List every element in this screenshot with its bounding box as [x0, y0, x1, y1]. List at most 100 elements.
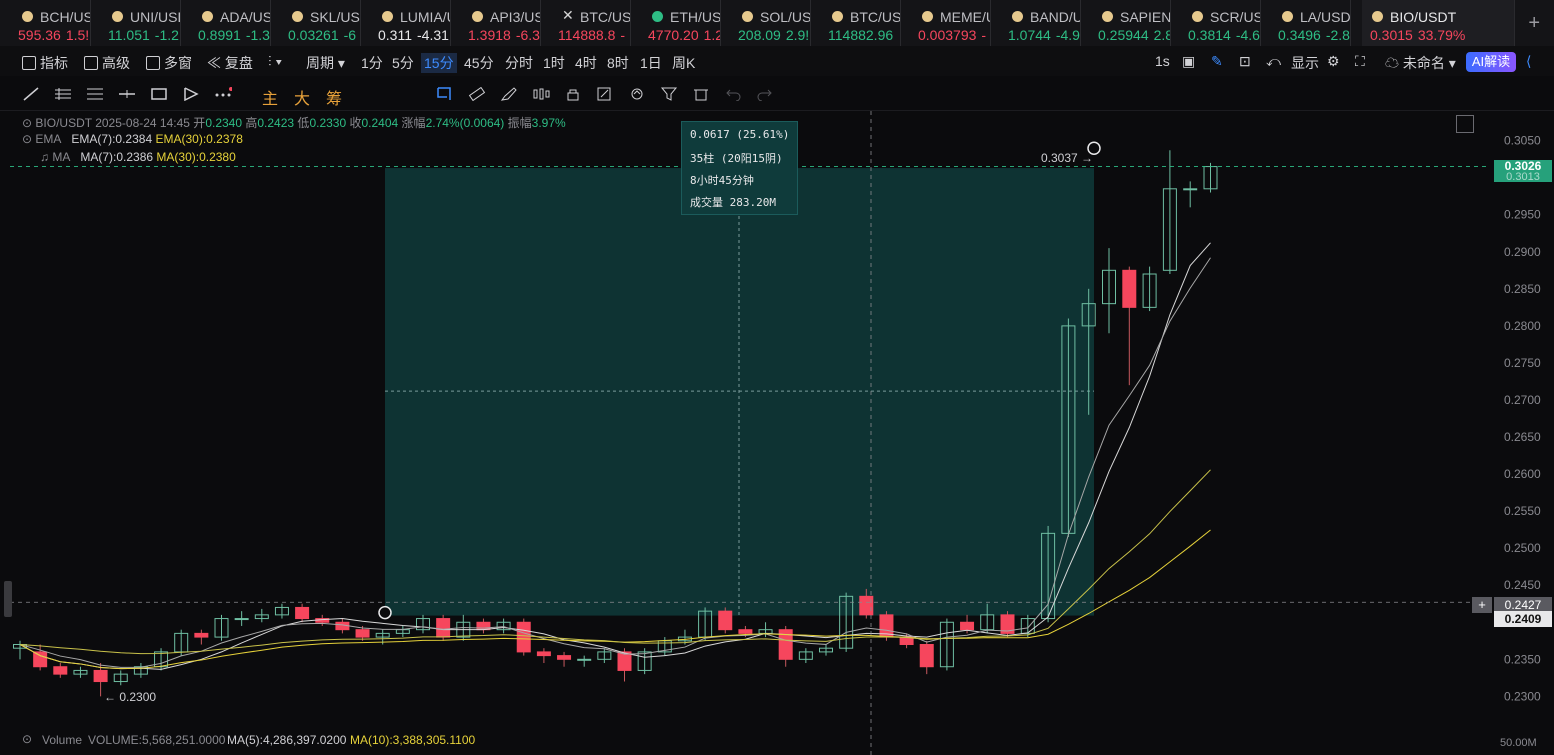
y-tick-label: 0.2900 — [1504, 245, 1541, 259]
tab-symbol: BTC/USD — [850, 9, 901, 25]
candle-body — [718, 610, 733, 631]
tab-btcusd[interactable]: BTC/USD 114882.96 — [810, 0, 901, 46]
candle-body — [1122, 269, 1137, 308]
sidebar-handle[interactable] — [4, 581, 12, 617]
tab-price: 0.311 -4.31 — [378, 27, 449, 43]
redo-icon[interactable] — [756, 87, 774, 102]
tab-lumiau[interactable]: LUMIA/U 0.311-4.31 — [360, 0, 451, 46]
add-tab-button[interactable]: + — [1528, 12, 1540, 35]
chip-distribution-button[interactable]: 筹 — [326, 85, 342, 109]
collapse-ema-icon[interactable]: ⊙ — [22, 132, 35, 146]
pencil-icon[interactable]: ✎ — [1211, 53, 1223, 70]
edit-note-icon[interactable] — [596, 87, 614, 101]
trash-icon[interactable] — [692, 87, 710, 101]
main-force-button[interactable]: 主 — [262, 85, 278, 109]
tab-memeu[interactable]: MEME/U 0.003793- — [900, 0, 991, 46]
y-tick-label: 0.2800 — [1504, 319, 1541, 333]
tab-sapien[interactable]: SAPIEN/0.259442.8 — [1080, 0, 1171, 46]
parallel-channel-icon[interactable] — [54, 87, 72, 101]
collapse-volume-icon[interactable]: ⊙ — [22, 732, 32, 746]
advanced-icon — [84, 56, 98, 70]
more-tools-icon[interactable] — [214, 87, 233, 101]
collapse-icon[interactable]: ⊙ — [22, 116, 35, 130]
tab-price: 0.003793- — [918, 27, 987, 43]
period-dropdown[interactable]: 周期 ▾ — [306, 53, 345, 73]
interval-6[interactable]: 4时 — [575, 53, 597, 73]
interval-0[interactable]: 1分 — [361, 53, 383, 73]
interval-9[interactable]: 周K — [672, 53, 695, 73]
indicators-button[interactable]: 指标 — [22, 53, 68, 73]
interval-8[interactable]: 1日 — [640, 53, 662, 73]
y-tick-label: 0.2300 — [1504, 689, 1541, 703]
tab-adausi[interactable]: ADA/USI 0.8991 -1.3 — [180, 0, 271, 46]
cloud-layout-button[interactable]: ☁ 未命名 ▾ — [1385, 53, 1456, 73]
candle-body — [516, 621, 531, 653]
cloud-icon: ☁ — [1385, 55, 1403, 71]
fib-levels-icon[interactable] — [86, 87, 104, 101]
volume-legend: ⊙ Volume VOLUME:5,568,251.0000 MA(5):4,2… — [22, 732, 1537, 749]
brush-icon[interactable] — [500, 87, 518, 101]
tab-bchusi[interactable]: BCH/USI 595.361.5! — [0, 0, 91, 46]
interval-4[interactable]: 分时 — [505, 53, 533, 73]
drawing-toolbar: 主 大 筹 — [0, 78, 1554, 111]
camera-icon[interactable]: ▣ — [1182, 53, 1195, 70]
tab-ethusd[interactable]: ETH/USD 4770.201.2 — [630, 0, 721, 46]
interval-1[interactable]: 5分 — [392, 53, 414, 73]
seconds-button[interactable]: 1s — [1155, 53, 1170, 69]
tab-symbol: API3/USI — [490, 9, 540, 25]
y-tick-label: 0.2350 — [1504, 652, 1541, 666]
interval-3[interactable]: 45分 — [464, 53, 494, 73]
ruler-icon[interactable] — [468, 86, 486, 102]
interval-7[interactable]: 8时 — [607, 53, 629, 73]
tab-biousdt[interactable]: BIO/USDT 0.3015 33.79% — [1362, 0, 1515, 46]
tab-btcusd[interactable]: ✕ BTC/USD 114888.8- — [540, 0, 631, 46]
crop-icon[interactable]: ⊡ — [1239, 53, 1251, 70]
tab-price: 0.03261 -6 — [288, 27, 357, 43]
bell-icon[interactable]: ♫ — [40, 150, 49, 164]
candle-style-icon[interactable] — [532, 87, 550, 101]
candle-body — [33, 651, 48, 668]
settings-gear-icon[interactable]: ⚙ — [1327, 53, 1340, 70]
ai-interpret-button[interactable]: AI解读 — [1466, 52, 1516, 72]
tab-solusd[interactable]: SOL/USD 208.092.9! — [720, 0, 811, 46]
multiwindow-button[interactable]: 多窗 — [146, 53, 192, 73]
tab-lausdt[interactable]: LA/USDT 0.3496-2.8 — [1260, 0, 1351, 46]
replay-button[interactable]: ≪ 复盘 — [207, 53, 253, 73]
tab-price: 0.8991 -1.3 — [198, 27, 270, 43]
coin-icon — [1012, 11, 1023, 22]
tab-uniusd[interactable]: UNI/USD 11.051-1.2 — [90, 0, 181, 46]
coin-icon — [1372, 11, 1383, 22]
tab-sklusd[interactable]: SKL/USD 0.03261-6 — [270, 0, 361, 46]
advanced-button[interactable]: 高级 — [84, 53, 130, 73]
interval-5[interactable]: 1时 — [543, 53, 565, 73]
coin-icon — [112, 11, 123, 22]
tab-price: 208.09 2.9! — [738, 27, 810, 43]
undo-screen-icon[interactable]: ⤺ — [1266, 53, 1281, 70]
tab-price: 1.3918 -6.3 — [468, 27, 540, 43]
share-icon[interactable]: ⟨ — [1526, 53, 1531, 70]
fullscreen-icon[interactable]: ⛶ — [1355, 53, 1365, 70]
tab-symbol: SCR/USD — [1210, 9, 1260, 25]
interval-2[interactable]: 15分 — [421, 53, 457, 73]
candle-body — [1183, 188, 1198, 191]
trendline-tool-icon[interactable] — [22, 87, 40, 101]
filter-icon[interactable] — [660, 87, 678, 101]
polyline-tool-icon[interactable] — [182, 87, 200, 102]
y-tick-label: 0.2950 — [1504, 208, 1541, 222]
display-button[interactable]: 显示 — [1291, 53, 1319, 73]
big-order-button[interactable]: 大 — [294, 85, 310, 109]
y-tick-label: 0.2600 — [1504, 467, 1541, 481]
selection-tool-icon[interactable] — [436, 87, 454, 101]
tab-scrusd[interactable]: SCR/USD 0.3814-4.6 — [1170, 0, 1261, 46]
horizontal-line-icon[interactable] — [118, 87, 136, 101]
lock-icon[interactable] — [564, 87, 582, 101]
candle-chart-icon: ⫶ ▾ — [268, 53, 283, 69]
chart-type-button[interactable]: ⫶ ▾ — [268, 53, 282, 70]
add-alert-button[interactable]: + — [1472, 597, 1492, 613]
magnet-icon[interactable] — [628, 87, 646, 101]
tab-api3usi[interactable]: API3/USI 1.3918-6.3 — [450, 0, 541, 46]
tab-bandu[interactable]: BAND/U 1.0744 -4.9 — [990, 0, 1081, 46]
expand-icon[interactable] — [1456, 115, 1474, 133]
undo-icon[interactable] — [724, 87, 742, 102]
rectangle-tool-icon[interactable] — [150, 87, 168, 101]
